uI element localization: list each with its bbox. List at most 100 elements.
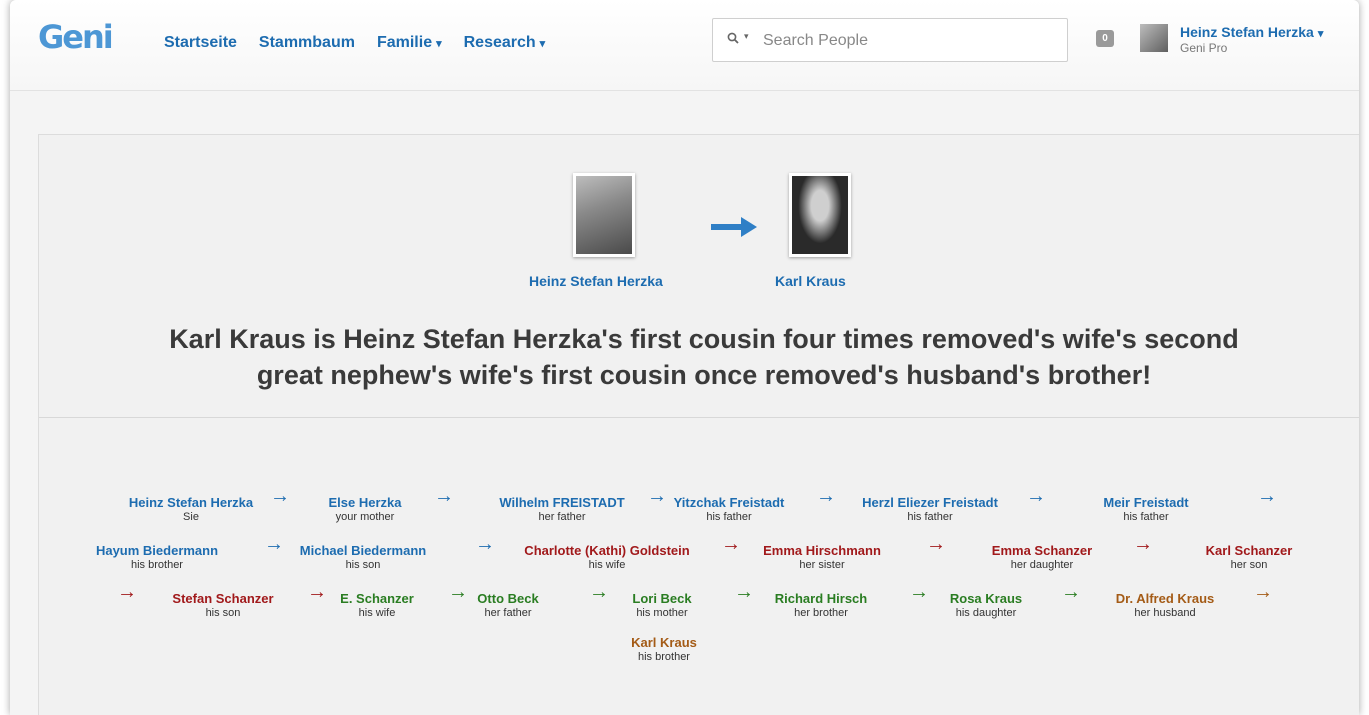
arrow-right-icon: → <box>264 533 284 555</box>
chevron-down-icon: ▾ <box>1317 28 1324 40</box>
arrow-right-icon: → <box>1133 533 1153 555</box>
relationship-step: Meir Freistadt his father <box>1103 495 1188 523</box>
person-link[interactable]: Stefan Schanzer <box>172 591 273 606</box>
relation-label: his mother <box>636 607 688 619</box>
nav-startseite[interactable]: Startseite <box>164 34 237 52</box>
divider <box>39 417 1359 418</box>
relationship-step: Richard Hirsch her brother <box>775 591 867 619</box>
notification-badge[interactable]: 0 <box>1096 30 1114 47</box>
arrow-right-icon <box>711 217 757 237</box>
relationship-step: Hayum Biedermann his brother <box>96 543 218 571</box>
relationship-step: Michael Biedermann his son <box>300 543 426 571</box>
person-link[interactable]: Herzl Eliezer Freistadt <box>862 495 998 510</box>
arrow-right-icon: → <box>721 533 741 555</box>
main-nav: Startseite Stammbaum Familie ▾ Research ▾ <box>164 34 567 52</box>
relation-label: her father <box>538 511 586 523</box>
arrow-right-icon: → <box>647 485 667 507</box>
relationship-step: Yitzchak Freistadt his father <box>674 495 785 523</box>
relation-label: his father <box>907 511 953 523</box>
person-link[interactable]: Hayum Biedermann <box>96 543 218 558</box>
person-link[interactable]: Yitzchak Freistadt <box>674 495 785 510</box>
person-link[interactable]: Lori Beck <box>632 591 691 606</box>
arrow-right-icon: → <box>589 581 609 603</box>
person-link[interactable]: Karl Kraus <box>631 635 697 650</box>
arrow-right-icon: → <box>816 485 836 507</box>
arrow-right-icon: → <box>1257 485 1277 507</box>
relation-label: his son <box>345 559 381 571</box>
top-navigation-bar: Geni Startseite Stammbaum Familie ▾ Resea… <box>10 0 1359 91</box>
relation-label: his brother <box>638 651 690 663</box>
relation-label: Sie <box>183 511 199 523</box>
relation-label: her father <box>484 607 532 619</box>
profile-photo-from[interactable] <box>573 173 635 257</box>
person-link[interactable]: Otto Beck <box>477 591 538 606</box>
arrow-right-icon: → <box>117 581 137 603</box>
person-link[interactable]: Heinz Stefan Herzka <box>129 495 253 510</box>
arrow-right-icon: → <box>909 581 929 603</box>
person-link[interactable]: Dr. Alfred Kraus <box>1116 591 1215 606</box>
browser-window: Geni Startseite Stammbaum Familie ▾ Resea… <box>10 0 1359 715</box>
arrow-right-icon: → <box>734 581 754 603</box>
relationship-step: Wilhelm FREISTADT her father <box>499 495 624 523</box>
profile-photo-to[interactable] <box>789 173 851 257</box>
user-plan: Geni Pro <box>1180 41 1228 55</box>
person-link[interactable]: Meir Freistadt <box>1103 495 1188 510</box>
user-menu[interactable]: Heinz Stefan Herzka ▾ <box>1180 24 1323 40</box>
person-link[interactable]: Emma Schanzer <box>992 543 1092 558</box>
person-link[interactable]: Karl Schanzer <box>1206 543 1293 558</box>
arrow-right-icon: → <box>270 485 290 507</box>
relation-label: her brother <box>794 607 848 619</box>
relation-label: his father <box>706 511 752 523</box>
relation-label: her son <box>1230 559 1268 571</box>
relation-label: his son <box>205 607 241 619</box>
geni-logo[interactable]: Geni <box>38 18 114 56</box>
to-person-link[interactable]: Karl Kraus <box>775 273 846 289</box>
person-link[interactable]: Michael Biedermann <box>300 543 426 558</box>
search-box[interactable]: ▾ <box>712 18 1068 62</box>
relationship-panel: Heinz Stefan Herzka Karl Kraus Karl Krau… <box>38 134 1359 715</box>
relationship-headline: Karl Kraus is Heinz Stefan Herzka's firs… <box>169 324 1239 390</box>
arrow-right-icon: → <box>926 533 946 555</box>
search-options-icon[interactable]: ▾ <box>744 31 749 42</box>
nav-familie[interactable]: Familie ▾ <box>377 34 442 52</box>
relationship-step: Else Herzka your mother <box>329 495 402 523</box>
person-link[interactable]: Rosa Kraus <box>950 591 1022 606</box>
person-link[interactable]: Charlotte (Kathi) Goldstein <box>524 543 689 558</box>
chevron-down-icon: ▾ <box>436 38 442 50</box>
nav-research[interactable]: Research ▾ <box>464 34 546 52</box>
avatar[interactable] <box>1140 24 1168 52</box>
arrow-right-icon: → <box>448 581 468 603</box>
arrow-right-icon: → <box>1061 581 1081 603</box>
relation-label: his father <box>1123 511 1169 523</box>
relationship-step: Emma Schanzer her daughter <box>992 543 1092 571</box>
arrow-right-icon: → <box>307 581 327 603</box>
person-link[interactable]: E. Schanzer <box>340 591 414 606</box>
relationship-step: Emma Hirschmann her sister <box>763 543 881 571</box>
relation-label: his wife <box>358 607 396 619</box>
arrow-right-icon: → <box>475 533 495 555</box>
chevron-down-icon: ▾ <box>539 38 546 50</box>
person-link[interactable]: Emma Hirschmann <box>763 543 881 558</box>
relationship-step: Karl Kraus his brother <box>631 635 697 663</box>
relationship-step: E. Schanzer his wife <box>340 591 414 619</box>
relationship-step: Heinz Stefan Herzka Sie <box>129 495 253 523</box>
arrow-right-icon: → <box>1026 485 1046 507</box>
relation-label: her husband <box>1134 607 1196 619</box>
from-person-link[interactable]: Heinz Stefan Herzka <box>529 273 663 289</box>
person-link[interactable]: Wilhelm FREISTADT <box>499 495 624 510</box>
relationship-step: Stefan Schanzer his son <box>172 591 273 619</box>
relation-label: her daughter <box>1010 559 1074 571</box>
nav-stammbaum[interactable]: Stammbaum <box>259 34 355 52</box>
person-link[interactable]: Richard Hirsch <box>775 591 867 606</box>
search-icon <box>727 32 739 44</box>
search-input[interactable] <box>761 29 1055 53</box>
relationship-step: Dr. Alfred Kraus her husband <box>1116 591 1215 619</box>
person-link[interactable]: Else Herzka <box>329 495 402 510</box>
relation-label: her sister <box>799 559 845 571</box>
relation-label: his brother <box>131 559 183 571</box>
relation-label: his daughter <box>955 607 1017 619</box>
relationship-step: Herzl Eliezer Freistadt his father <box>862 495 998 523</box>
relationship-step: Lori Beck his mother <box>632 591 691 619</box>
relationship-step: Otto Beck her father <box>477 591 538 619</box>
arrow-right-icon: → <box>434 485 454 507</box>
